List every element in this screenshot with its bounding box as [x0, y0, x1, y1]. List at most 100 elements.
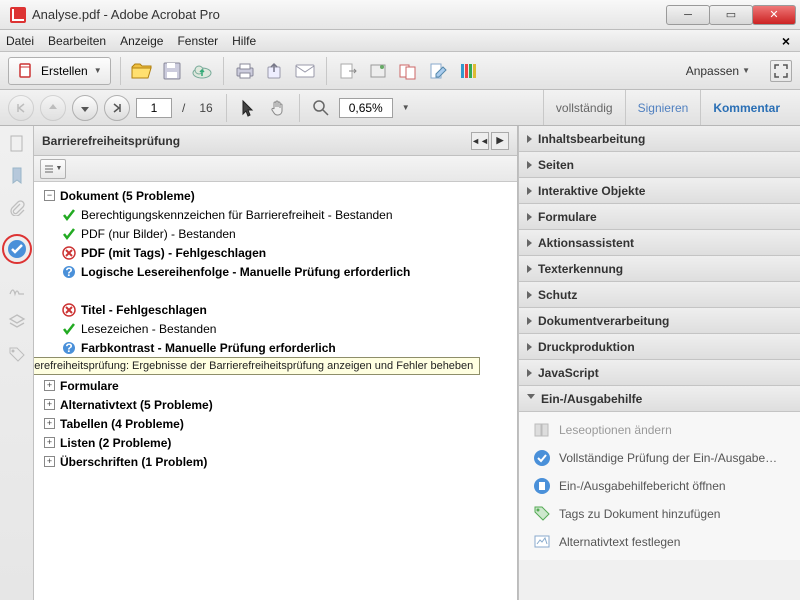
tool-tags-hinzufuegen[interactable]: Tags zu Dokument hinzufügen — [519, 500, 800, 528]
tree-category-alternativtext[interactable]: + Alternativtext (5 Probleme) — [40, 395, 517, 414]
down-icon — [80, 102, 90, 114]
category-label: Alternativtext (5 Probleme) — [60, 398, 213, 412]
zoom-button[interactable] — [309, 96, 333, 120]
cursor-icon — [240, 99, 256, 117]
menu-datei[interactable]: Datei — [6, 34, 34, 48]
edit-pdf-button[interactable] — [426, 59, 450, 83]
layers-button[interactable] — [7, 312, 27, 332]
printer-icon — [235, 62, 255, 80]
tab-kommentar[interactable]: Kommentar — [700, 90, 792, 125]
tree-item[interactable]: PDF (nur Bilder) - Bestanden — [40, 224, 517, 243]
tool-cat-einausgabehilfe[interactable]: Ein-/Ausgabehilfe — [519, 386, 800, 412]
open-file-button[interactable] — [130, 59, 154, 83]
item-label: Logische Lesereihenfolge - Manuelle Prüf… — [81, 265, 410, 279]
color-button[interactable] — [456, 59, 480, 83]
page-number-input[interactable] — [136, 98, 172, 118]
tool-vollstaendige-pruefung[interactable]: Vollständige Prüfung der Ein-/Ausgabe… — [519, 444, 800, 472]
tree-category-dokument[interactable]: − Dokument (5 Probleme) — [40, 186, 517, 205]
tool-cat-formulare[interactable]: Formulare — [519, 204, 800, 230]
thumbnails-button[interactable] — [7, 134, 27, 154]
panel-prev-button[interactable]: ◄◄ — [471, 132, 489, 150]
signatures-button[interactable] — [7, 280, 27, 300]
print-button[interactable] — [233, 59, 257, 83]
expand-icon[interactable]: + — [44, 399, 55, 410]
close-document-button[interactable]: × — [778, 33, 794, 49]
tree-item[interactable]: ? Logische Lesereihenfolge - Manuelle Pr… — [40, 262, 517, 281]
create-button[interactable]: Erstellen ▼ — [8, 57, 111, 85]
hand-tool-button[interactable] — [266, 96, 290, 120]
category-label: Formulare — [60, 379, 119, 393]
cat-label: Inhaltsbearbeitung — [538, 132, 645, 146]
cloud-button[interactable] — [190, 59, 214, 83]
first-icon — [15, 102, 27, 114]
expand-icon[interactable]: + — [44, 418, 55, 429]
cat-label: Dokumentverarbeitung — [538, 314, 669, 328]
fullscreen-button[interactable] — [770, 60, 792, 82]
prev-page-button[interactable] — [40, 95, 66, 121]
tool-cat-interaktive[interactable]: Interaktive Objekte — [519, 178, 800, 204]
customize-button[interactable]: Anpassen ▼ — [680, 61, 756, 81]
email-button[interactable] — [293, 59, 317, 83]
tool-cat-dokumentverarbeitung[interactable]: Dokumentverarbeitung — [519, 308, 800, 334]
zoom-dropdown-icon[interactable]: ▼ — [399, 103, 413, 112]
a11y-tree[interactable]: Barrierefreiheitsprüfung: Ergebnisse der… — [34, 182, 517, 600]
tool-cat-schutz[interactable]: Schutz — [519, 282, 800, 308]
scan-button[interactable] — [366, 59, 390, 83]
select-tool-button[interactable] — [236, 96, 260, 120]
save-button[interactable] — [160, 59, 184, 83]
tool-leseoptionen[interactable]: Leseoptionen ändern — [519, 416, 800, 444]
last-page-button[interactable] — [104, 95, 130, 121]
tool-cat-inhaltsbearbeitung[interactable]: Inhaltsbearbeitung — [519, 126, 800, 152]
chevron-right-icon — [527, 161, 532, 169]
expand-icon[interactable]: + — [44, 456, 55, 467]
tree-category-listen[interactable]: + Listen (2 Probleme) — [40, 433, 517, 452]
menu-fenster[interactable]: Fenster — [177, 34, 218, 48]
tool-cat-aktionsassistent[interactable]: Aktionsassistent — [519, 230, 800, 256]
maximize-button[interactable]: ▭ — [709, 5, 753, 25]
layers-icon — [8, 313, 26, 331]
minimize-button[interactable]: ─ — [666, 5, 710, 25]
tags-button[interactable] — [7, 344, 27, 364]
pass-icon — [62, 322, 76, 336]
tab-signieren[interactable]: Signieren — [625, 90, 701, 125]
edit-icon — [429, 62, 447, 80]
tree-item[interactable]: ? Farbkontrast - Manuelle Prüfung erford… — [40, 338, 517, 357]
first-page-button[interactable] — [8, 95, 34, 121]
chevron-right-icon — [527, 343, 532, 351]
close-button[interactable]: ✕ — [752, 5, 796, 25]
expand-icon[interactable]: + — [44, 437, 55, 448]
tree-category-tabellen[interactable]: + Tabellen (4 Probleme) — [40, 414, 517, 433]
tree-category-ueberschriften[interactable]: + Überschriften (1 Problem) — [40, 452, 517, 471]
attachments-button[interactable] — [7, 198, 27, 218]
tree-item[interactable]: PDF (mit Tags) - Fehlgeschlagen — [40, 243, 517, 262]
tool-alternativtext[interactable]: Alternativtext festlegen — [519, 528, 800, 556]
next-page-button[interactable] — [72, 95, 98, 121]
tree-item[interactable]: Titel - Fehlgeschlagen — [40, 300, 517, 319]
share-button[interactable] — [263, 59, 287, 83]
category-label: Listen (2 Probleme) — [60, 436, 171, 450]
tree-category-formulare[interactable]: + Formulare — [40, 376, 517, 395]
collapse-icon[interactable]: − — [44, 190, 55, 201]
item-label: Alternativtext festlegen — [559, 535, 680, 549]
tag-add-icon — [533, 505, 551, 523]
tree-item[interactable]: Berechtigungskennzeichen für Barrierefre… — [40, 205, 517, 224]
menu-bearbeiten[interactable]: Bearbeiten — [48, 34, 106, 48]
bookmarks-button[interactable] — [7, 166, 27, 186]
tree-item[interactable]: Lesezeichen - Bestanden — [40, 319, 517, 338]
tool-bericht-oeffnen[interactable]: Ein-/Ausgabehilfebericht öffnen — [519, 472, 800, 500]
tool-cat-seiten[interactable]: Seiten — [519, 152, 800, 178]
combine-button[interactable] — [396, 59, 420, 83]
tool-cat-javascript[interactable]: JavaScript — [519, 360, 800, 386]
expand-icon[interactable]: + — [44, 380, 55, 391]
export-pdf-button[interactable] — [336, 59, 360, 83]
last-icon — [111, 102, 123, 114]
panel-next-button[interactable]: ▶ — [491, 132, 509, 150]
a11y-check-button[interactable] — [2, 234, 32, 264]
menu-anzeige[interactable]: Anzeige — [120, 34, 163, 48]
menu-hilfe[interactable]: Hilfe — [232, 34, 256, 48]
options-button[interactable]: ▼ — [40, 159, 66, 179]
zoom-input[interactable] — [339, 98, 393, 118]
tool-cat-druckproduktion[interactable]: Druckproduktion — [519, 334, 800, 360]
tool-cat-texterkennung[interactable]: Texterkennung — [519, 256, 800, 282]
tab-vollstaendig[interactable]: vollständig — [543, 90, 625, 125]
